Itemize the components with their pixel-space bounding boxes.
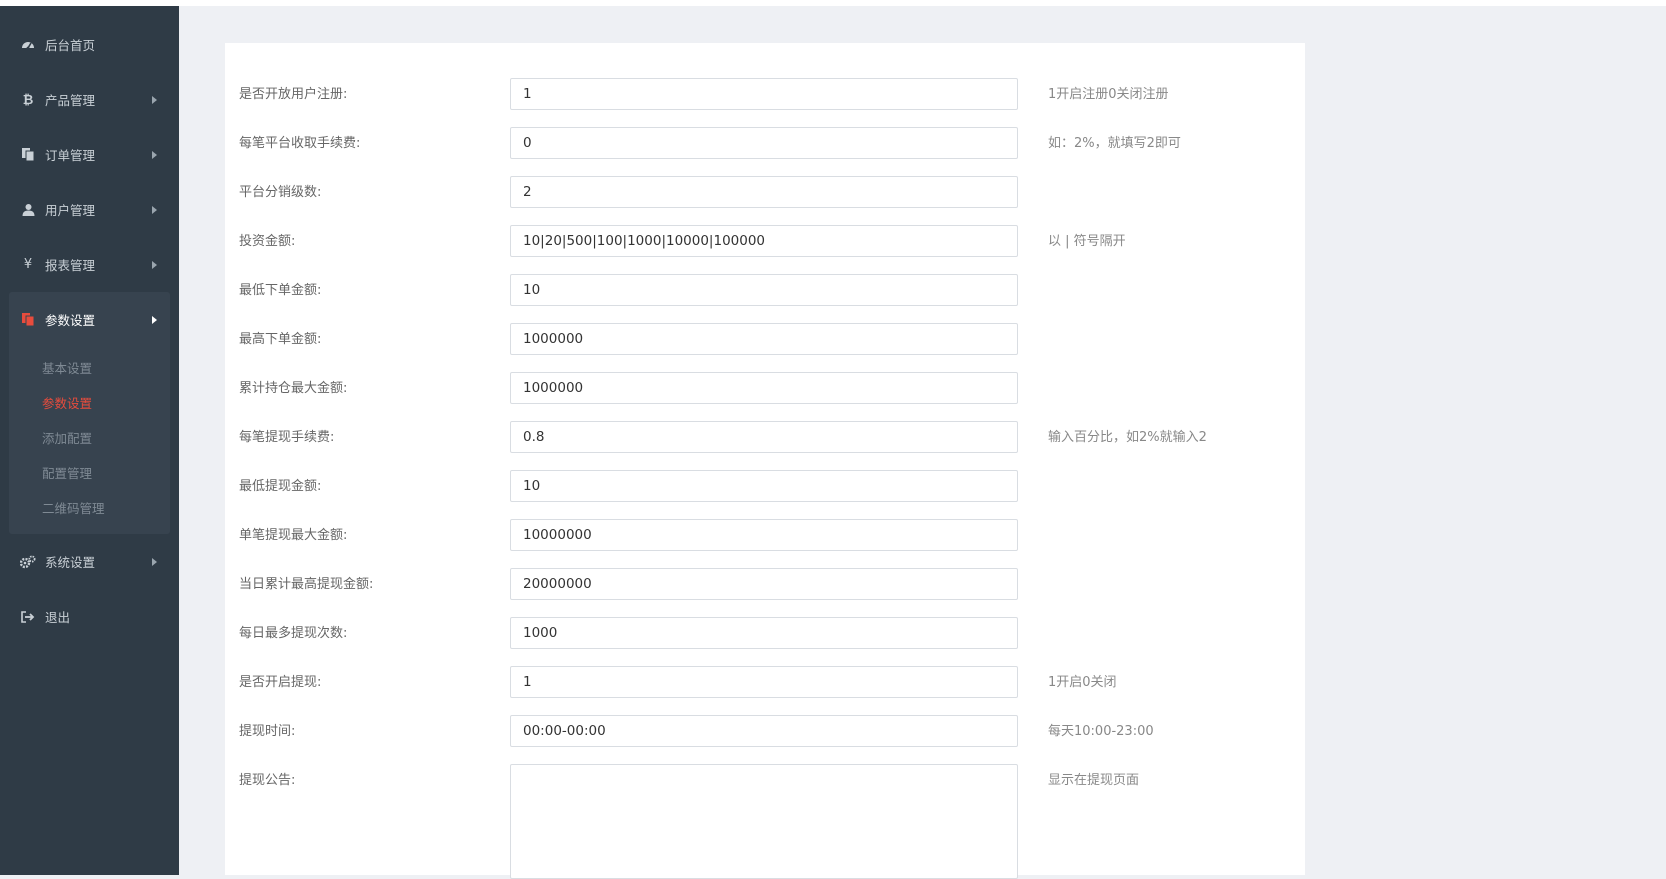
field-label: 每笔提现手续费: <box>239 430 335 445</box>
form-row-min-withdraw: 最低提现金额: <box>225 470 1305 504</box>
field-label: 最高下单金额: <box>239 332 322 347</box>
copy-icon <box>19 311 37 329</box>
sidebar-item-label: 系统设置 <box>45 555 96 570</box>
field-label: 提现时间: <box>239 724 296 739</box>
form-row-platform-fee: 每笔平台收取手续费: 如：2%，就填写2即可 <box>225 127 1305 161</box>
bitcoin-icon: ₿ <box>22 92 34 108</box>
withdraw-time-input[interactable] <box>510 715 1018 747</box>
form-row-distribution-levels: 平台分销级数: <box>225 176 1305 210</box>
sidebar-item-label: 订单管理 <box>45 148 96 163</box>
sidebar-item-orders[interactable]: 订单管理 <box>0 127 179 182</box>
chevron-right-icon <box>152 150 157 159</box>
field-hint: 以 | 符号隔开 <box>1048 234 1126 249</box>
sidebar-item-label: 后台首页 <box>45 38 96 53</box>
field-hint: 1开启0关闭 <box>1048 675 1117 690</box>
chevron-right-icon <box>152 260 157 269</box>
field-label: 单笔提现最大金额: <box>239 528 348 543</box>
user-icon <box>19 201 37 219</box>
form-row-register: 是否开放用户注册: 1开启注册0关闭注册 <box>225 78 1305 112</box>
sidebar-item-label: 产品管理 <box>45 93 96 108</box>
withdraw-enabled-input[interactable] <box>510 666 1018 698</box>
chevron-right-icon <box>152 315 157 324</box>
field-label: 是否开放用户注册: <box>239 87 348 102</box>
field-label: 最低下单金额: <box>239 283 322 298</box>
sidebar-item-params[interactable]: 参数设置 <box>9 292 170 347</box>
chevron-right-icon <box>152 557 157 566</box>
form-row-min-order: 最低下单金额: <box>225 274 1305 308</box>
form-row-investment-amounts: 投资金额: 以 | 符号隔开 <box>225 225 1305 259</box>
field-hint: 输入百分比，如2%就输入2 <box>1048 430 1207 445</box>
chevron-right-icon <box>152 205 157 214</box>
daily-withdraw-count-input[interactable] <box>510 617 1018 649</box>
field-label: 每日最多提现次数: <box>239 626 348 641</box>
form-row-daily-max-withdraw: 当日累计最高提现金额: <box>225 568 1305 602</box>
form-row-withdraw-time: 提现时间: 每天10:00-23:00 <box>225 715 1305 749</box>
sidebar: 后台首页 ₿ 产品管理 订单管理 用户管理 ¥ 报表管理 参数设置 基本设置 参… <box>0 6 179 875</box>
sidebar-item-products[interactable]: ₿ 产品管理 <box>0 72 179 127</box>
max-position-input[interactable] <box>510 372 1018 404</box>
max-order-input[interactable] <box>510 323 1018 355</box>
daily-max-withdraw-input[interactable] <box>510 568 1018 600</box>
sidebar-item-reports[interactable]: ¥ 报表管理 <box>0 237 179 292</box>
sidebar-group-params: 参数设置 基本设置 参数设置 添加配置 配置管理 二维码管理 <box>9 292 170 534</box>
sidebar-item-label: 参数设置 <box>45 313 96 328</box>
subnav-item-basic[interactable]: 基本设置 <box>9 351 170 386</box>
field-hint: 显示在提现页面 <box>1048 773 1140 788</box>
subnav-item-qrcode[interactable]: 二维码管理 <box>9 491 170 526</box>
form-row-withdraw-enabled: 是否开启提现: 1开启0关闭 <box>225 666 1305 700</box>
sidebar-item-label: 退出 <box>45 610 71 625</box>
field-label: 每笔平台收取手续费: <box>239 136 361 151</box>
form-row-withdraw-fee: 每笔提现手续费: 输入百分比，如2%就输入2 <box>225 421 1305 455</box>
sidebar-item-system[interactable]: 系统设置 <box>0 534 179 589</box>
withdraw-notice-textarea[interactable] <box>510 764 1018 879</box>
investment-amounts-input[interactable] <box>510 225 1018 257</box>
field-hint: 如：2%，就填写2即可 <box>1048 136 1181 151</box>
min-order-input[interactable] <box>510 274 1018 306</box>
sidebar-submenu: 基本设置 参数设置 添加配置 配置管理 二维码管理 <box>9 347 170 534</box>
field-label: 提现公告: <box>239 773 296 788</box>
dashboard-icon <box>19 36 37 54</box>
sidebar-item-logout[interactable]: 退出 <box>0 589 179 644</box>
distribution-levels-input[interactable] <box>510 176 1018 208</box>
subnav-item-params[interactable]: 参数设置 <box>9 386 170 421</box>
chevron-right-icon <box>152 95 157 104</box>
sign-out-icon <box>19 608 37 626</box>
form-row-max-order: 最高下单金额: <box>225 323 1305 357</box>
min-withdraw-input[interactable] <box>510 470 1018 502</box>
field-label: 投资金额: <box>239 234 296 249</box>
sidebar-item-users[interactable]: 用户管理 <box>0 182 179 237</box>
subnav-item-config-manage[interactable]: 配置管理 <box>9 456 170 491</box>
register-toggle-input[interactable] <box>510 78 1018 110</box>
gears-icon <box>19 553 37 571</box>
form-row-withdraw-notice: 提现公告: 显示在提现页面 <box>225 764 1305 879</box>
field-label: 累计持仓最大金额: <box>239 381 348 396</box>
form-row-daily-withdraw-count: 每日最多提现次数: <box>225 617 1305 651</box>
platform-fee-input[interactable] <box>510 127 1018 159</box>
form-row-max-single-withdraw: 单笔提现最大金额: <box>225 519 1305 553</box>
form-row-max-position: 累计持仓最大金额: <box>225 372 1305 406</box>
subnav-item-add-config[interactable]: 添加配置 <box>9 421 170 456</box>
top-strip <box>0 0 1666 6</box>
settings-form-card: 是否开放用户注册: 1开启注册0关闭注册 每笔平台收取手续费: 如：2%，就填写… <box>225 43 1305 879</box>
field-label: 当日累计最高提现金额: <box>239 577 374 592</box>
yen-icon: ¥ <box>23 257 33 272</box>
sidebar-item-label: 报表管理 <box>45 258 96 273</box>
field-hint: 1开启注册0关闭注册 <box>1048 87 1169 102</box>
max-single-withdraw-input[interactable] <box>510 519 1018 551</box>
withdraw-fee-input[interactable] <box>510 421 1018 453</box>
copy-icon <box>19 146 37 164</box>
sidebar-item-dashboard[interactable]: 后台首页 <box>0 17 179 72</box>
sidebar-item-label: 用户管理 <box>45 203 96 218</box>
field-hint: 每天10:00-23:00 <box>1048 724 1154 739</box>
field-label: 最低提现金额: <box>239 479 322 494</box>
field-label: 平台分销级数: <box>239 185 322 200</box>
field-label: 是否开启提现: <box>239 675 322 690</box>
